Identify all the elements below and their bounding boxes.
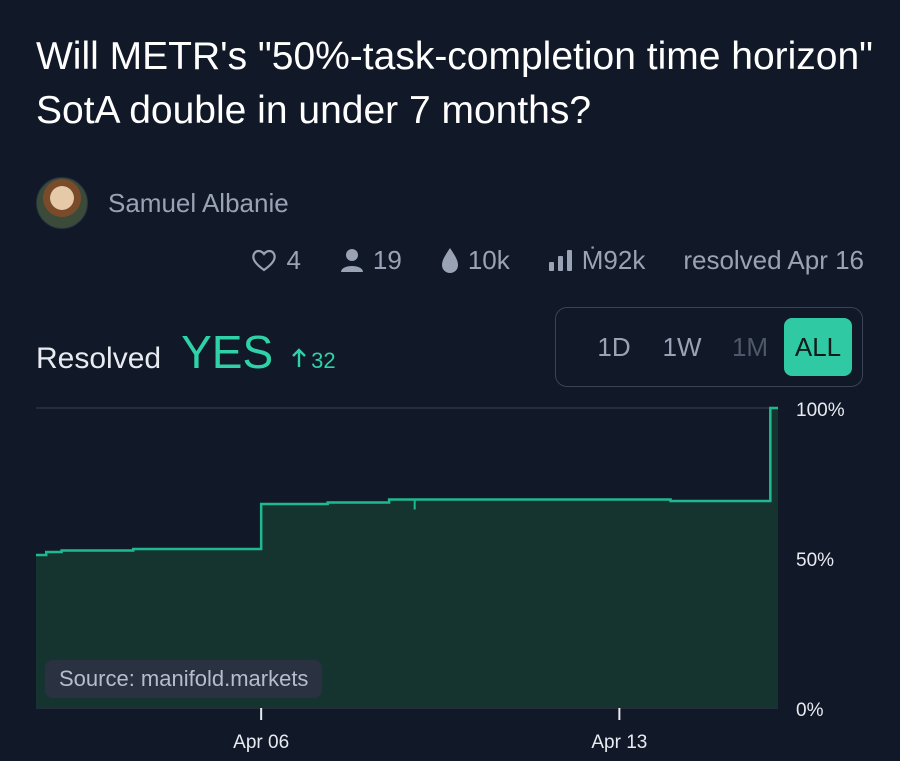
range-1d-button[interactable]: 1D bbox=[580, 318, 648, 376]
user-icon bbox=[340, 249, 363, 272]
liquidity-value: 10k bbox=[467, 244, 510, 275]
resolution-date: resolved Apr 16 bbox=[683, 245, 864, 276]
volume-value: Ṁ92k bbox=[581, 244, 646, 275]
likes-count: 4 bbox=[286, 244, 301, 275]
y-tick-label: 50% bbox=[796, 550, 834, 571]
likes-stat[interactable]: 4 bbox=[250, 244, 301, 276]
author-avatar[interactable] bbox=[36, 177, 88, 229]
volume-stat: Ṁ92k bbox=[548, 244, 646, 276]
bar-chart-icon bbox=[548, 250, 572, 271]
liquidity-stat: 10k bbox=[440, 245, 510, 276]
x-tick-label: Apr 06 bbox=[233, 732, 289, 753]
author-row[interactable]: Samuel Albanie bbox=[36, 177, 289, 229]
probability-chart[interactable]: 100% 50% 0% Apr 06 Apr 13 bbox=[0, 390, 900, 761]
probability-change-value: 32 bbox=[311, 348, 336, 373]
y-tick-label: 0% bbox=[796, 700, 824, 721]
market-stats: 4 19 10k Ṁ92k resolved Apr 16 bbox=[250, 238, 864, 282]
traders-count: 19 bbox=[372, 244, 402, 275]
arrow-up-icon bbox=[292, 348, 306, 367]
source-label[interactable]: Source: manifold.markets bbox=[45, 660, 323, 698]
range-all-button[interactable]: ALL bbox=[784, 318, 852, 376]
time-range-selector: 1D 1W 1M ALL bbox=[555, 307, 863, 387]
x-tick-label: Apr 13 bbox=[591, 732, 647, 753]
y-tick-label: 100% bbox=[796, 400, 845, 421]
resolved-value: YES bbox=[181, 326, 274, 378]
resolution-date-text: resolved Apr 16 bbox=[683, 244, 864, 275]
probability-change: 32 bbox=[291, 348, 336, 374]
question-title: Will METR's "50%-task-completion time ho… bbox=[36, 35, 874, 132]
resolved-label: Resolved bbox=[36, 342, 162, 375]
droplet-icon bbox=[441, 248, 458, 273]
author-name[interactable]: Samuel Albanie bbox=[108, 188, 289, 219]
traders-stat: 19 bbox=[339, 245, 402, 276]
heart-icon bbox=[252, 249, 277, 272]
range-1w-button[interactable]: 1W bbox=[648, 318, 716, 376]
resolution-summary: Resolved YES 32 bbox=[36, 325, 336, 379]
range-1m-button[interactable]: 1M bbox=[716, 318, 784, 376]
